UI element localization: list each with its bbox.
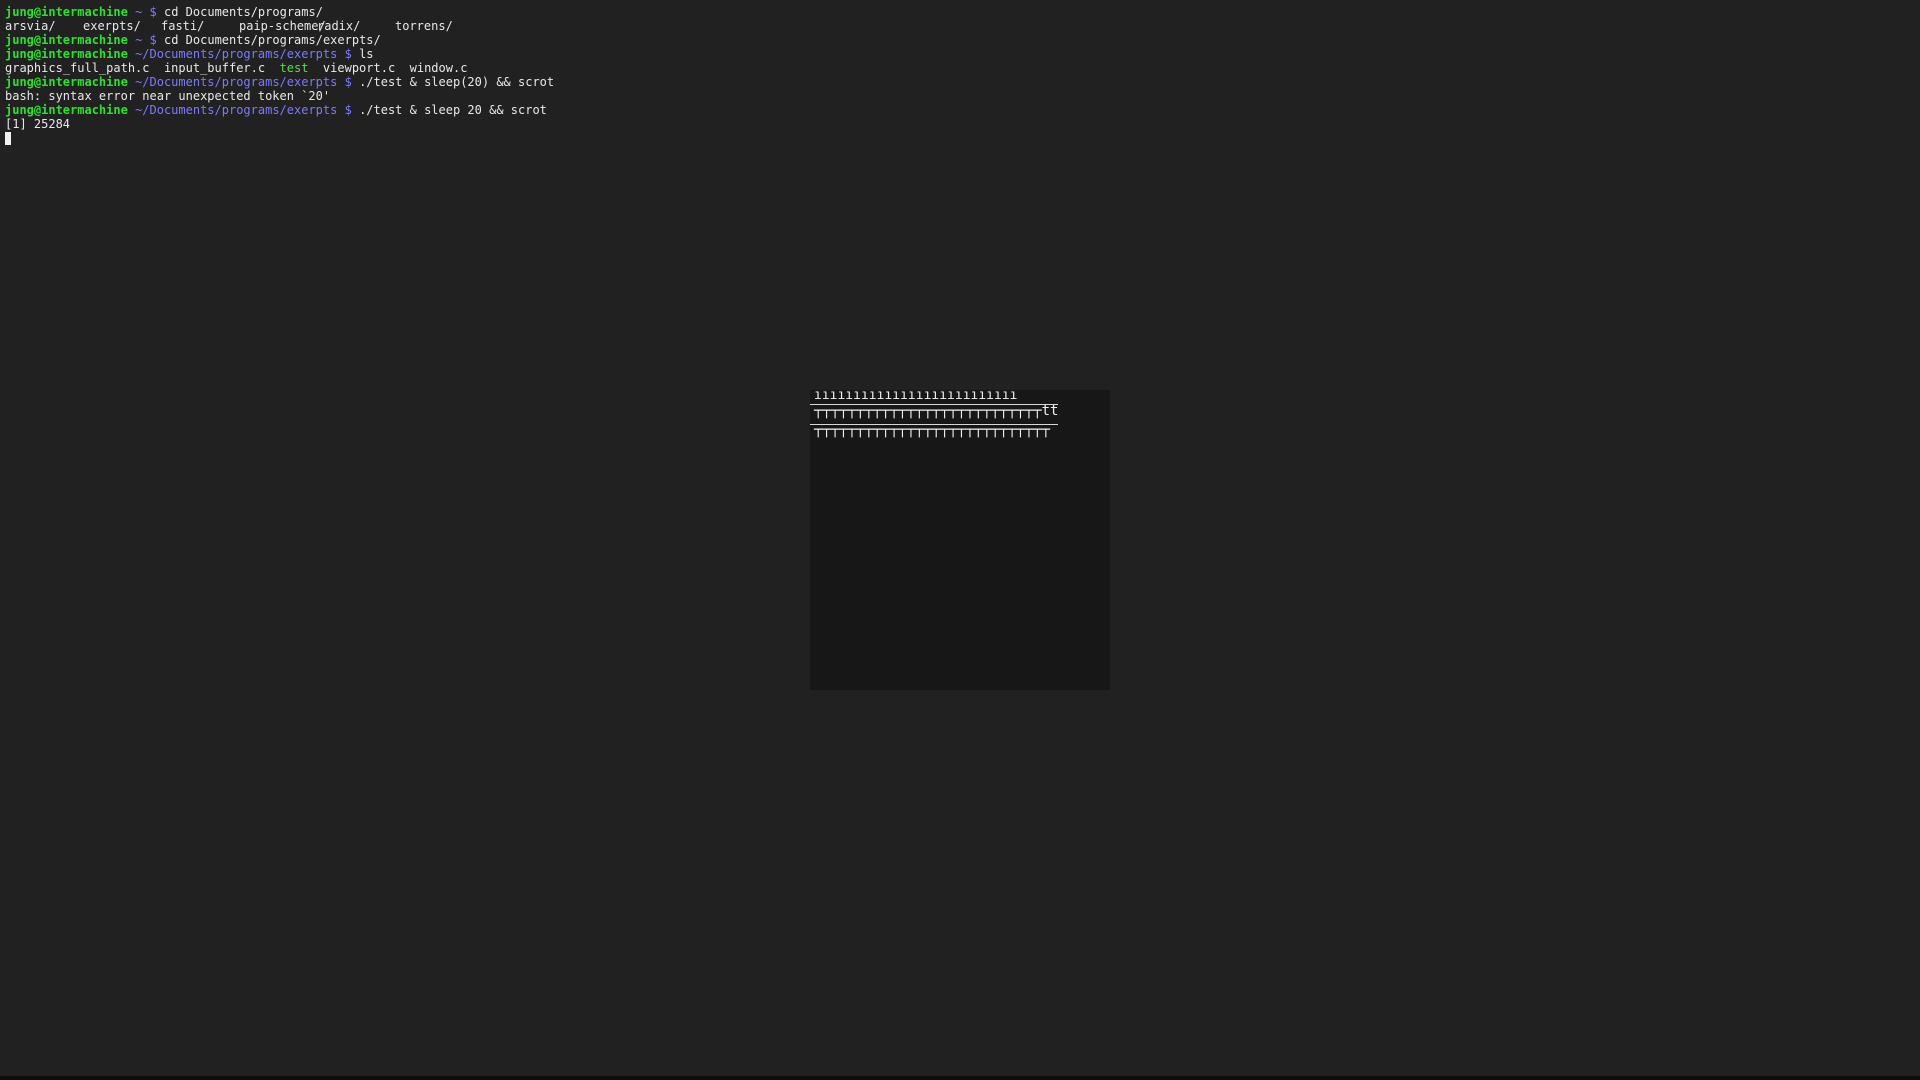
prompt-line: jung@intermachine ~/Documents/programs/e… [5, 47, 1905, 61]
prompt-user: jung@intermachine [5, 103, 128, 117]
prompt-line: jung@intermachine ~ $ cd Documents/progr… [5, 33, 1905, 47]
dir-item: exerpts/ [83, 19, 141, 33]
command-text: ls [359, 47, 374, 61]
prompt-dollar: $ [344, 103, 352, 117]
dir-item: fasti/ [161, 19, 205, 33]
terminal[interactable]: jung@intermachine ~ $ cd Documents/progr… [5, 5, 1905, 145]
prompt-path: ~ [135, 5, 143, 19]
command-text: cd Documents/programs/ [164, 5, 323, 19]
error-output: bash: syntax error near unexpected token… [5, 89, 1905, 103]
prompt-path: ~/Documents/programs/exerpts [135, 103, 338, 117]
ls-output-files: graphics_full_path.c input_buffer.c test… [5, 61, 1905, 75]
desktop-screen: jung@intermachine ~ $ cd Documents/progr… [0, 0, 1920, 1080]
prompt-user: jung@intermachine [5, 75, 128, 89]
executable-item: test [279, 61, 309, 75]
prompt-user: jung@intermachine [5, 33, 128, 47]
job-output: [1] 25284 [5, 117, 1905, 131]
job-text: [1] 25284 [5, 117, 71, 131]
dir-item: radix/ [317, 19, 361, 33]
glyph-row: ıııııııııııııııııııııııııı [814, 390, 1018, 403]
prompt-dollar: $ [149, 5, 157, 19]
prompt-line: jung@intermachine ~/Documents/programs/e… [5, 75, 1905, 89]
prompt-dollar: $ [149, 33, 157, 47]
glyph-row: ┬┬┬┬┬┬┬┬┬┬┬┬┬┬┬┬┬┬┬┬┬┬┬┬┬┬┬┬ [814, 422, 1051, 438]
glyph-row: ┬┬┬┬┬┬┬┬┬┬┬┬┬┬┬┬┬┬┬┬┬┬┬┬┬┬┬tt [814, 403, 1059, 419]
test-program-window[interactable]: ıııııııııııııııııııııııııı ┬┬┬┬┬┬┬┬┬┬┬┬┬… [810, 390, 1110, 690]
prompt-line: jung@intermachine ~ $ cd Documents/progr… [5, 5, 1905, 19]
ls-output-dirs: arsvia/ exerpts/ fasti/ paip-scheme/ rad… [5, 19, 1905, 33]
prompt-user: jung@intermachine [5, 5, 128, 19]
prompt-dollar: $ [344, 75, 352, 89]
dir-item: torrens/ [395, 19, 453, 33]
prompt-path: ~/Documents/programs/exerpts [135, 47, 338, 61]
prompt-path: ~/Documents/programs/exerpts [135, 75, 338, 89]
prompt-line: jung@intermachine ~/Documents/programs/e… [5, 103, 1905, 117]
cursor-line [5, 131, 1905, 145]
error-text: bash: syntax error near unexpected token… [5, 89, 331, 103]
file-item: window.c [409, 61, 468, 75]
prompt-user: jung@intermachine [5, 47, 128, 61]
dir-item: arsvia/ [5, 19, 56, 33]
prompt-path: ~ [135, 33, 143, 47]
file-item: input_buffer.c [163, 61, 266, 75]
dir-item: paip-scheme/ [239, 19, 326, 33]
command-text: cd Documents/programs/exerpts/ [164, 33, 381, 47]
bottom-bar [0, 1076, 1920, 1080]
text-cursor[interactable] [5, 132, 11, 145]
prompt-dollar: $ [344, 47, 352, 61]
command-text: ./test & sleep 20 && scrot [359, 103, 547, 117]
command-text: ./test & sleep(20) && scrot [359, 75, 555, 89]
file-item: graphics_full_path.c [5, 61, 150, 75]
file-item: viewport.c [322, 61, 396, 75]
